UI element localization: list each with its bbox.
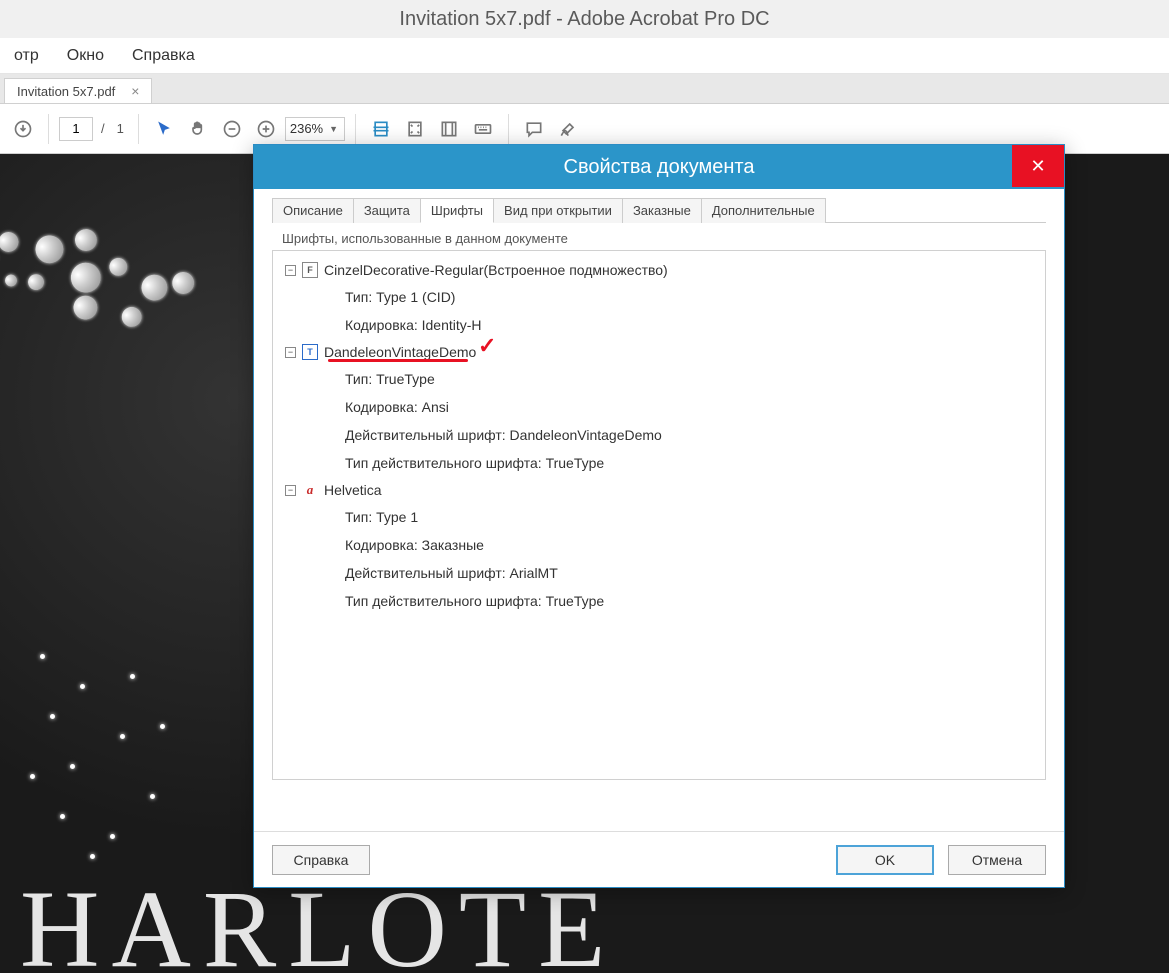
tab-security[interactable]: Защита (353, 198, 421, 223)
cancel-button[interactable]: Отмена (948, 845, 1046, 875)
toolbar-separator (355, 114, 356, 144)
tab-custom[interactable]: Заказные (622, 198, 702, 223)
font-entry[interactable]: − F CinzelDecorative-Regular(Встроенное … (273, 257, 1045, 283)
dialog-title: Свойства документа (564, 156, 755, 179)
collapse-icon[interactable]: − (285, 265, 296, 276)
ok-button[interactable]: OK (836, 845, 934, 875)
font-name: CinzelDecorative-Regular(Встроенное подм… (324, 259, 668, 281)
font-property: Тип действительного шрифта: TrueType (273, 587, 1045, 615)
dialog-body: Описание Защита Шрифты Вид при открытии … (254, 189, 1064, 780)
dialog-tabs: Описание Защита Шрифты Вид при открытии … (272, 197, 1046, 223)
sign-icon[interactable] (553, 114, 583, 144)
close-icon: ✕ (1030, 156, 1045, 177)
font-type-icon: a (302, 482, 318, 498)
document-tab[interactable]: Invitation 5x7.pdf × (4, 78, 152, 103)
close-tab-icon[interactable]: × (131, 83, 139, 99)
annotation-underline (328, 359, 468, 362)
menu-item-window[interactable]: Окно (53, 41, 118, 71)
keyboard-icon[interactable] (468, 114, 498, 144)
tab-fonts[interactable]: Шрифты (420, 198, 494, 223)
tab-advanced[interactable]: Дополнительные (701, 198, 826, 223)
zoom-level-select[interactable]: 236% ▼ (285, 117, 345, 141)
page-total: 1 (113, 121, 128, 136)
font-name: Helvetica (324, 479, 382, 501)
zoom-out-icon[interactable] (217, 114, 247, 144)
document-tab-label: Invitation 5x7.pdf (17, 84, 115, 99)
fullscreen-icon[interactable] (434, 114, 464, 144)
selection-tool-icon[interactable] (149, 114, 179, 144)
hand-tool-icon[interactable] (183, 114, 213, 144)
font-property: Тип действительного шрифта: TrueType (273, 449, 1045, 477)
toolbar-separator (508, 114, 509, 144)
menubar: отр Окно Справка (0, 38, 1169, 74)
toolbar-separator (48, 114, 49, 144)
font-property: Кодировка: Ansi (273, 393, 1045, 421)
font-property: Тип: Type 1 (CID) (273, 283, 1045, 311)
font-entry[interactable]: − T DandeleonVintageDemo ✓ (273, 339, 1045, 365)
tab-initial-view[interactable]: Вид при открытии (493, 198, 623, 223)
page-separator: / (97, 121, 109, 136)
save-icon[interactable] (8, 114, 38, 144)
fonts-fieldset-label: Шрифты, использованные в данном документ… (282, 231, 1046, 246)
annotation-checkmark: ✓ (478, 335, 496, 357)
help-button[interactable]: Справка (272, 845, 370, 875)
font-property: Действительный шрифт: ArialMT (273, 559, 1045, 587)
font-property: Тип: Type 1 (273, 503, 1045, 531)
font-property: Действительный шрифт: DandeleonVintageDe… (273, 421, 1045, 449)
font-entry[interactable]: − a Helvetica (273, 477, 1045, 503)
document-properties-dialog: Свойства документа ✕ Описание Защита Шри… (253, 144, 1065, 888)
font-property: Кодировка: Заказные (273, 531, 1045, 559)
document-tabbar: Invitation 5x7.pdf × (0, 74, 1169, 104)
zoom-level-value: 236% (290, 121, 323, 136)
app-titlebar: Invitation 5x7.pdf - Adobe Acrobat Pro D… (0, 0, 1169, 38)
font-property: Кодировка: Identity-H (273, 311, 1045, 339)
toolbar-separator (138, 114, 139, 144)
page-number-input[interactable] (59, 117, 93, 141)
font-property: Тип: TrueType (273, 365, 1045, 393)
collapse-icon[interactable]: − (285, 347, 296, 358)
menu-item-help[interactable]: Справка (118, 41, 209, 71)
comment-icon[interactable] (519, 114, 549, 144)
app-title: Invitation 5x7.pdf - Adobe Acrobat Pro D… (399, 8, 769, 31)
tab-description[interactable]: Описание (272, 198, 354, 223)
collapse-icon[interactable]: − (285, 485, 296, 496)
fit-page-icon[interactable] (400, 114, 430, 144)
dialog-close-button[interactable]: ✕ (1012, 145, 1064, 187)
dialog-footer: Справка OK Отмена (254, 831, 1064, 887)
chevron-down-icon: ▼ (323, 124, 338, 134)
menu-item-view[interactable]: отр (0, 41, 53, 71)
font-type-icon: T (302, 344, 318, 360)
font-type-icon: F (302, 262, 318, 278)
fonts-listbox[interactable]: − F CinzelDecorative-Regular(Встроенное … (272, 250, 1046, 780)
fit-width-icon[interactable] (366, 114, 396, 144)
dialog-titlebar[interactable]: Свойства документа ✕ (254, 145, 1064, 189)
zoom-in-icon[interactable] (251, 114, 281, 144)
